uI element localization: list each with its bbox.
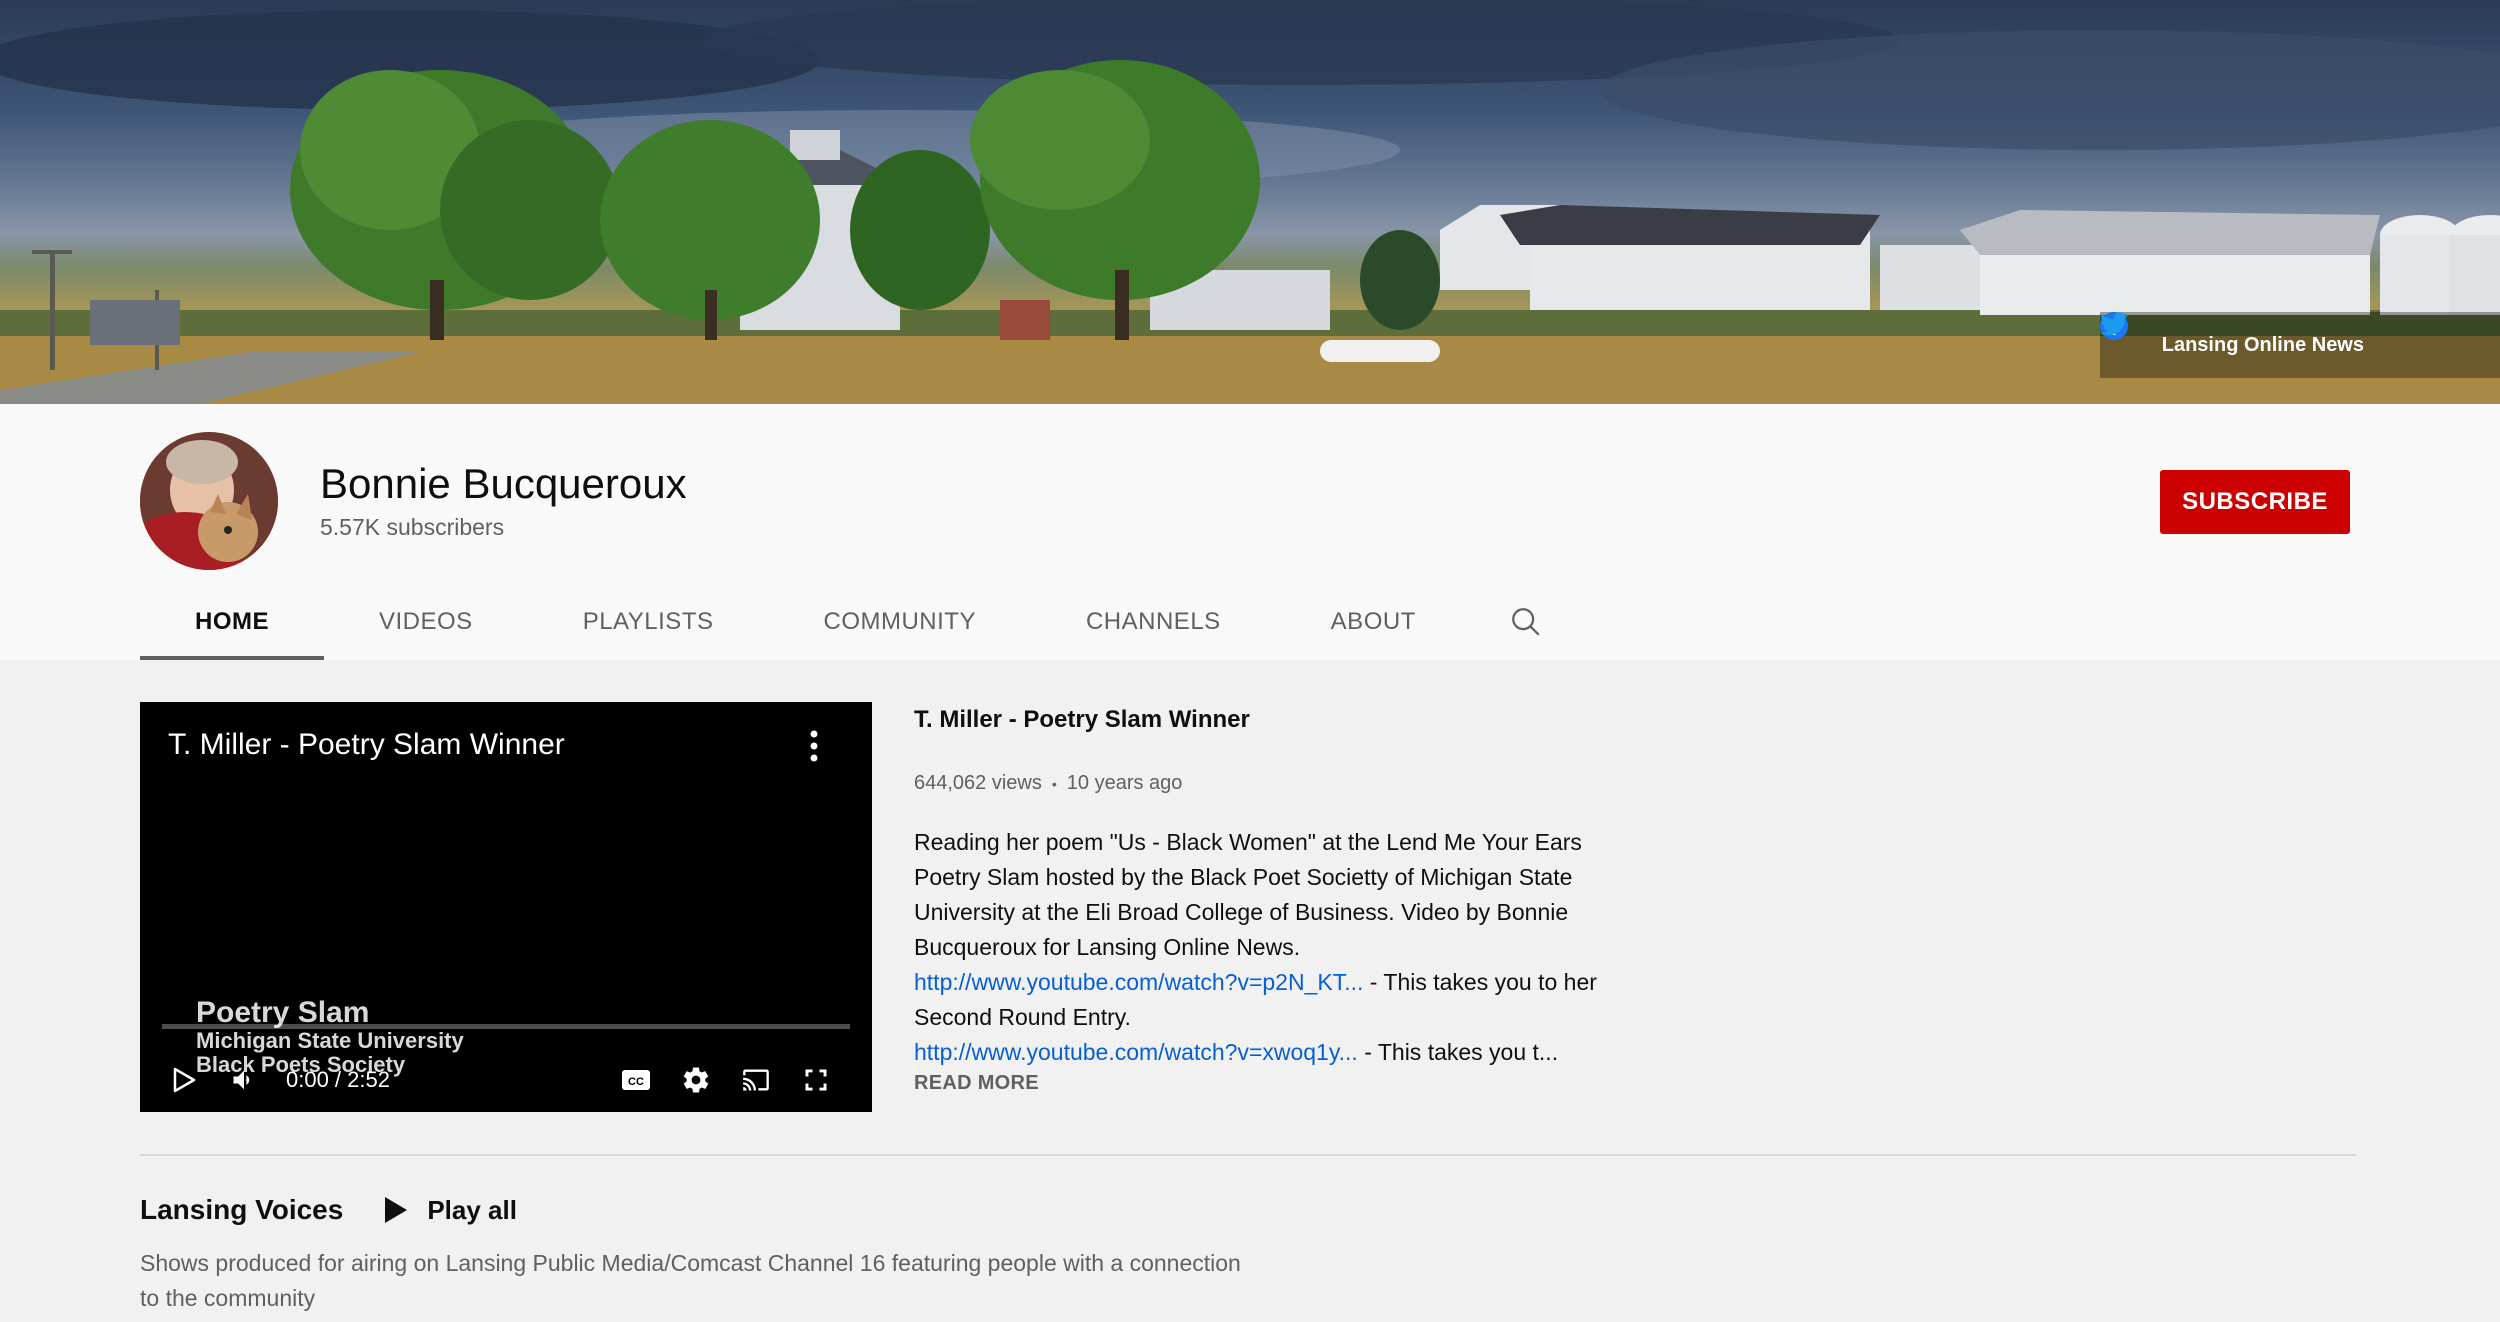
description-link-2-text: - This takes you t... [1357,1039,1559,1065]
read-more-button[interactable]: READ MORE [914,1072,1614,1095]
tab-channels[interactable]: CHANNELS [1031,584,1276,660]
channel-header: Bonnie Bucqueroux 5.57K subscribers SUBS… [0,404,2500,660]
tab-about[interactable]: ABOUT [1276,584,1471,660]
shelf-header: Lansing Voices Play all [140,1194,517,1226]
facebook-icon[interactable] [2100,312,2426,360]
upload-age: 10 years ago [1066,772,1183,794]
channel-avatar[interactable] [140,432,278,570]
description-link-1[interactable]: http://www.youtube.com/watch?v=p2N_KT... [914,969,1363,995]
shelf-description: Shows produced for airing on Lansing Pub… [140,1250,1241,1311]
video-description: Reading her poem "Us - Black Women" at t… [914,825,1604,1070]
channel-banner: Lansing Online News [0,0,2500,404]
video-time: 0:00 / 2:52 [286,1067,390,1092]
section-divider [140,1154,2356,1156]
player-video-title[interactable]: T. Miller - Poetry Slam Winner [168,728,565,762]
tab-home[interactable]: HOME [140,584,324,660]
channel-tabs: HOME VIDEOS PLAYLISTS COMMUNITY CHANNELS… [140,584,1581,660]
search-icon [1511,608,1540,636]
banner-link-lansing-online-news[interactable]: Lansing Online News [2162,334,2364,357]
video-progress-bar[interactable] [162,1024,850,1029]
tab-playlists[interactable]: PLAYLISTS [528,584,769,660]
play-all-label: Play all [427,1194,517,1225]
banner-links: Lansing Online News [2100,312,2500,378]
view-count: 644,062 views [914,772,1042,794]
twitter-icon[interactable] [2100,312,2478,360]
play-icon[interactable] [160,1056,208,1104]
video-metadata: 644,062 views • 10 years ago [914,772,1614,795]
shelf-title[interactable]: Lansing Voices [140,1194,343,1226]
more-options-icon[interactable] [806,728,822,764]
tab-community[interactable]: COMMUNITY [768,584,1030,660]
play-icon [385,1197,408,1223]
meta-separator: • [1051,775,1057,792]
captions-icon[interactable]: CC [612,1056,660,1104]
cast-icon[interactable] [732,1056,780,1104]
volume-icon[interactable] [220,1056,268,1104]
featured-video-title[interactable]: T. Miller - Poetry Slam Winner [914,706,1614,734]
featured-video-info: T. Miller - Poetry Slam Winner 644,062 v… [914,702,1614,1095]
description-link-2[interactable]: http://www.youtube.com/watch?v=xwoq1y... [914,1039,1358,1065]
channel-name: Bonnie Bucqueroux [320,460,687,507]
settings-icon[interactable] [672,1056,720,1104]
play-all-button[interactable]: Play all [381,1195,517,1226]
subscribe-button[interactable]: SUBSCRIBE [2160,470,2350,534]
player-controls: 0:00 / 2:52 CC [140,1048,872,1112]
subscriber-count: 5.57K subscribers [320,514,505,540]
tab-videos[interactable]: VIDEOS [324,584,528,660]
featured-video-player[interactable]: T. Miller - Poetry Slam Winner Poetry Sl… [140,702,872,1112]
fullscreen-icon[interactable] [792,1056,840,1104]
svg-text:CC: CC [628,1076,644,1088]
channel-search-button[interactable] [1471,584,1581,660]
description-text: Reading her poem "Us - Black Women" at t… [914,829,1582,960]
